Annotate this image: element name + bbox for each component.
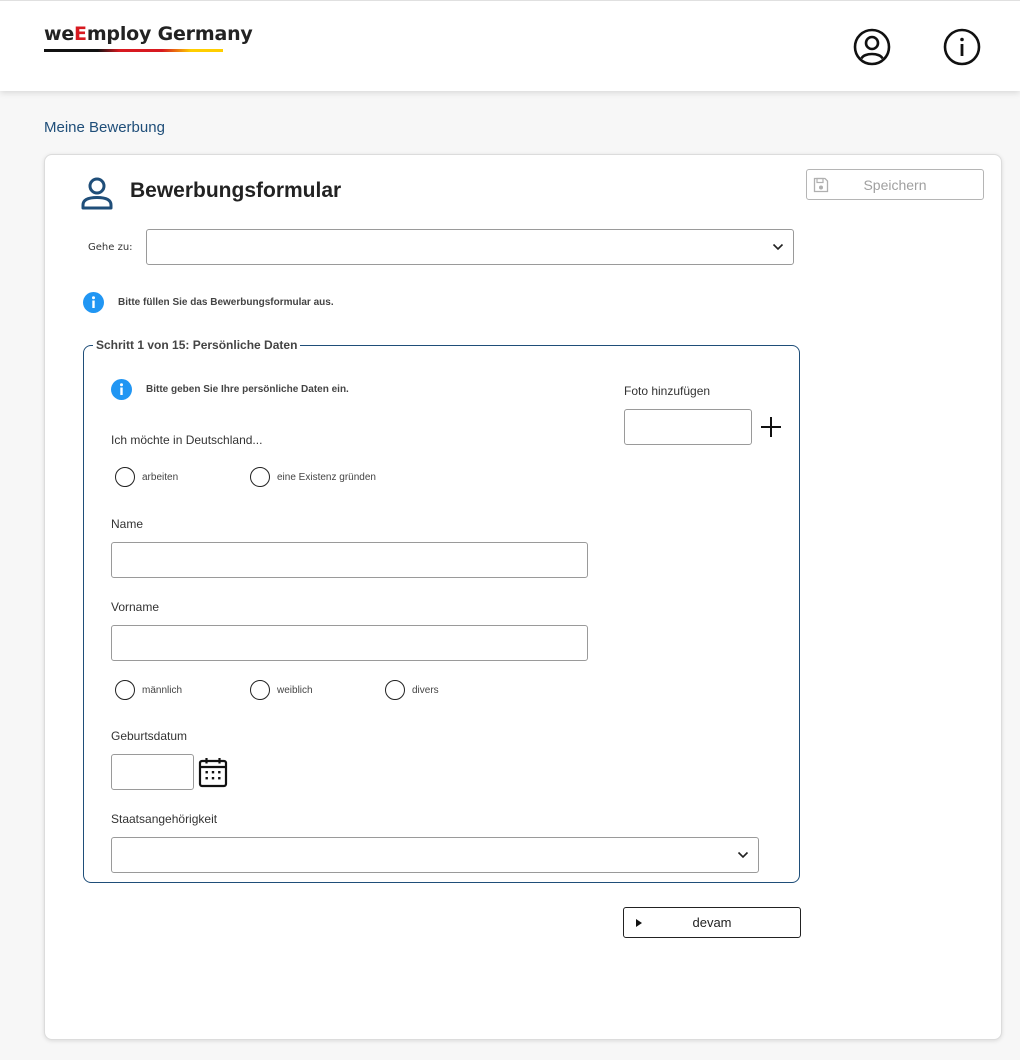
radio-arbeiten[interactable]: arbeiten [115, 467, 178, 487]
goto-select[interactable] [146, 229, 794, 265]
logo-rest: mploy Germany [86, 23, 253, 45]
goto-label: Gehe zu: [88, 242, 133, 253]
radio-circle[interactable] [250, 680, 270, 700]
radio-label: männlich [142, 684, 183, 696]
person-icon [81, 177, 113, 210]
radio-label: arbeiten [142, 471, 179, 483]
radio-circle[interactable] [115, 680, 135, 700]
radio-label: eine Existenz gründen [277, 471, 376, 483]
form-info: Bitte füllen Sie das Bewerbungsformular … [83, 292, 334, 313]
info-circle-icon [83, 292, 104, 313]
logo-flag-bar [44, 49, 223, 52]
info-circle-icon [943, 28, 981, 66]
radio-circle[interactable] [385, 680, 405, 700]
vorname-label: Vorname [111, 600, 160, 614]
step-info: Bitte geben Sie Ihre persönliche Daten e… [111, 379, 349, 400]
breadcrumb[interactable]: Meine Bewerbung [44, 119, 165, 136]
account-circle-icon [853, 28, 891, 66]
nationality-label: Staatsangehörigkeit [111, 812, 218, 826]
calendar-icon[interactable] [198, 756, 228, 788]
photo-field[interactable] [624, 409, 752, 445]
radio-label: weiblich [277, 684, 313, 696]
account-button[interactable] [853, 28, 891, 66]
next-button[interactable]: devam [623, 907, 801, 938]
logo-prefix: we [44, 23, 75, 45]
page-title: Bewerbungsformular [130, 179, 342, 202]
birthdate-input[interactable] [111, 754, 194, 790]
radio-circle[interactable] [250, 467, 270, 487]
form-info-text: Bitte füllen Sie das Bewerbungsformular … [118, 297, 334, 308]
info-button[interactable] [943, 28, 981, 66]
info-circle-icon [111, 379, 132, 400]
step-legend: Schritt 1 von 15: Persönliche Daten [93, 338, 301, 352]
name-label: Name [111, 517, 144, 531]
radio-existenz-gruenden[interactable]: eine Existenz gründen [250, 467, 376, 487]
birthdate-label: Geburtsdatum [111, 729, 188, 743]
vorname-input[interactable] [111, 625, 588, 661]
radio-divers[interactable]: divers [385, 680, 439, 700]
radio-circle[interactable] [115, 467, 135, 487]
nationality-select[interactable] [111, 837, 759, 873]
floppy-disk-icon [813, 177, 829, 193]
app-header: weEmploy Germany [0, 0, 1020, 91]
application-form-card: Bewerbungsformular Speichern Gehe zu: Bi… [44, 154, 1002, 1040]
next-button-label: devam [692, 915, 732, 930]
plus-icon[interactable] [759, 415, 783, 439]
logo-e: E [74, 23, 87, 45]
name-input[interactable] [111, 542, 588, 578]
intent-label: Ich möchte in Deutschland... [111, 433, 263, 447]
brand-logo[interactable]: weEmploy Germany [44, 23, 253, 45]
save-button[interactable]: Speichern [806, 169, 984, 200]
chevron-down-icon [737, 851, 749, 859]
radio-label: divers [412, 684, 439, 696]
step-personal-data: Schritt 1 von 15: Persönliche Daten Bitt… [83, 338, 800, 883]
chevron-down-icon [772, 243, 784, 251]
save-button-label: Speichern [863, 176, 927, 193]
radio-maennlich[interactable]: männlich [115, 680, 182, 700]
radio-weiblich[interactable]: weiblich [250, 680, 313, 700]
step-info-text: Bitte geben Sie Ihre persönliche Daten e… [146, 384, 349, 395]
photo-label: Foto hinzufügen [624, 384, 711, 398]
